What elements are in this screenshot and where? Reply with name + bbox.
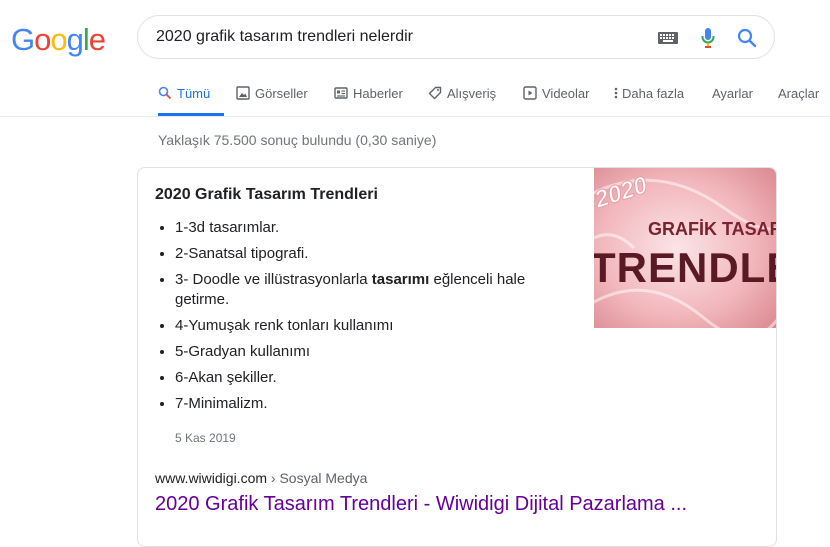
logo-letter: G: [11, 22, 35, 57]
search-input[interactable]: [156, 26, 626, 48]
result-title-link[interactable]: 2020 Grafik Tasarım Trendleri - Wiwidigi…: [155, 493, 687, 516]
logo-letter: g: [66, 22, 84, 57]
logo-letter: o: [50, 22, 67, 57]
list-item-text: 3- Doodle ve illüstrasyonlarla: [175, 271, 372, 288]
tab-all[interactable]: Tümü: [158, 76, 224, 116]
tab-label: Araçlar: [778, 86, 820, 101]
search-icon: [158, 86, 172, 100]
tab-videos[interactable]: Videolar: [523, 76, 589, 116]
search-box: [137, 15, 775, 59]
tab-label: Tümü: [177, 86, 211, 101]
google-logo[interactable]: Google: [11, 22, 106, 58]
snippet-list: 1-3d tasarımlar. 2-Sanatsal tipografi. 3…: [155, 218, 575, 420]
news-icon: [334, 86, 348, 100]
thumbnail-text-1: GRAFİK TASARIM: [648, 219, 777, 239]
tab-more[interactable]: Daha fazla: [614, 76, 684, 116]
snippet-date: 5 Kas 2019: [175, 431, 236, 445]
snippet-thumbnail[interactable]: 2020 GRAFİK TASARIM TRENDLER: [594, 168, 777, 328]
tab-news[interactable]: Haberler: [334, 76, 403, 116]
list-item: 2-Sanatsal tipografi.: [175, 244, 575, 264]
tab-tools[interactable]: Araçlar: [778, 76, 819, 116]
tab-shopping[interactable]: Alışveriş: [428, 76, 496, 116]
cite-domain: www.wiwidigi.com: [155, 470, 268, 486]
list-item: 1-3d tasarımlar.: [175, 218, 575, 238]
list-item: 3- Doodle ve illüstrasyonlarla tasarımı …: [175, 270, 575, 310]
cite-breadcrumb: › Sosyal Medya: [267, 470, 368, 486]
list-item: 6-Akan şekiller.: [175, 368, 575, 388]
tab-settings[interactable]: Ayarlar: [712, 76, 753, 116]
keyboard-icon[interactable]: [657, 27, 679, 49]
tab-label: Alışveriş: [447, 86, 497, 101]
list-item: 7-Minimalizm.: [175, 394, 575, 414]
play-icon: [523, 86, 537, 100]
image-icon: [236, 86, 250, 100]
thumbnail-text-2: TRENDLER: [594, 244, 777, 291]
snippet-title: 2020 Grafik Tasarım Trendleri: [155, 186, 378, 203]
list-item-bold: tasarımı: [371, 271, 430, 288]
logo-letter: e: [88, 22, 106, 57]
tab-label: Videolar: [542, 86, 590, 101]
featured-snippet: 2020 Grafik Tasarım Trendleri 1-3d tasar…: [137, 167, 777, 547]
thumbnail-image: 2020 GRAFİK TASARIM TRENDLER: [594, 168, 777, 328]
microphone-icon[interactable]: [697, 27, 719, 49]
tab-label: Görseller: [255, 86, 308, 101]
tab-label: Haberler: [353, 86, 403, 101]
tab-images[interactable]: Görseller: [236, 76, 308, 116]
tab-label: Daha fazla: [622, 86, 685, 101]
list-item: 5-Gradyan kullanımı: [175, 342, 575, 362]
search-icon[interactable]: [736, 27, 758, 49]
list-item: 4-Yumuşak renk tonları kullanımı: [175, 316, 575, 336]
tab-label: Ayarlar: [712, 86, 753, 101]
result-cite: www.wiwidigi.com › Sosyal Medya: [155, 470, 367, 486]
logo-letter: o: [34, 22, 51, 57]
tag-icon: [428, 86, 442, 100]
result-stats: Yaklaşık 75.500 sonuç bulundu (0,30 sani…: [158, 132, 437, 148]
more-vert-icon: [614, 86, 618, 100]
search-tabs: Tümü Görseller Haberler Alışveriş Videol…: [0, 76, 830, 117]
